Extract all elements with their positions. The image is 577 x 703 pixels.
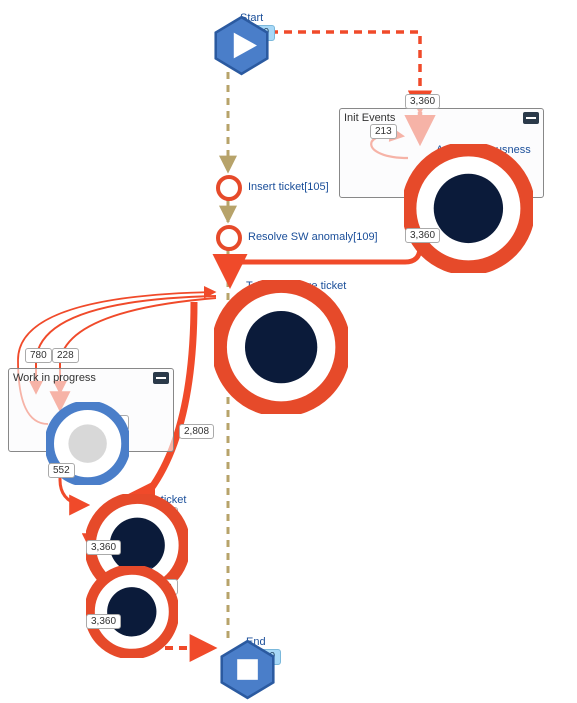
edge-label-take-wait-b: 228 — [52, 348, 79, 363]
activity-icon — [404, 146, 430, 172]
resolvesw-node[interactable] — [216, 225, 242, 251]
ring-icon — [216, 175, 242, 201]
ring-icon — [216, 225, 242, 251]
resolve-node[interactable]: Resolve ticket 3,360 0s — [86, 494, 188, 523]
activity-icon — [86, 568, 112, 594]
activity-icon — [46, 404, 72, 430]
stop-icon — [214, 638, 240, 664]
edge-label-take-wait-a: 780 — [25, 348, 52, 363]
edge-label-closed-end: 3,360 — [86, 614, 121, 629]
end-node[interactable]: End 3,360 — [214, 636, 281, 665]
collapse-icon[interactable] — [153, 372, 169, 384]
activity-icon — [214, 282, 240, 308]
edge-label-start-assign: 3,360 — [405, 94, 440, 109]
play-icon — [208, 14, 234, 40]
edge-label-assign-self: 213 — [370, 124, 397, 139]
collapse-icon[interactable] — [523, 112, 539, 124]
edge-label-take-resolve: 2,808 — [179, 424, 214, 439]
insert-label: Insert ticket[105] — [248, 181, 329, 193]
closed-node[interactable]: Closed 3,360 0s — [86, 566, 178, 595]
group-init-title: Init Events — [344, 112, 395, 124]
activity-icon — [86, 496, 112, 522]
edge-label-resolve-closed: 3,360 — [86, 540, 121, 555]
edge-label-wait-resolve: 552 — [48, 463, 75, 478]
group-wip-title: Work in progress — [13, 372, 96, 384]
start-node[interactable]: Start 3,360 — [208, 12, 275, 41]
wait-node[interactable]: Wait 780 0s — [46, 402, 129, 431]
resolvesw-label: Resolve SW anomaly[109] — [248, 231, 378, 243]
take-node[interactable]: Take in charge ticket 3,588 0s — [214, 280, 348, 309]
assign-node[interactable]: Assign seriousness 3,573 0s — [404, 144, 533, 173]
insert-node[interactable] — [216, 175, 242, 201]
edge-label-assign-take: 3,360 — [405, 228, 440, 243]
